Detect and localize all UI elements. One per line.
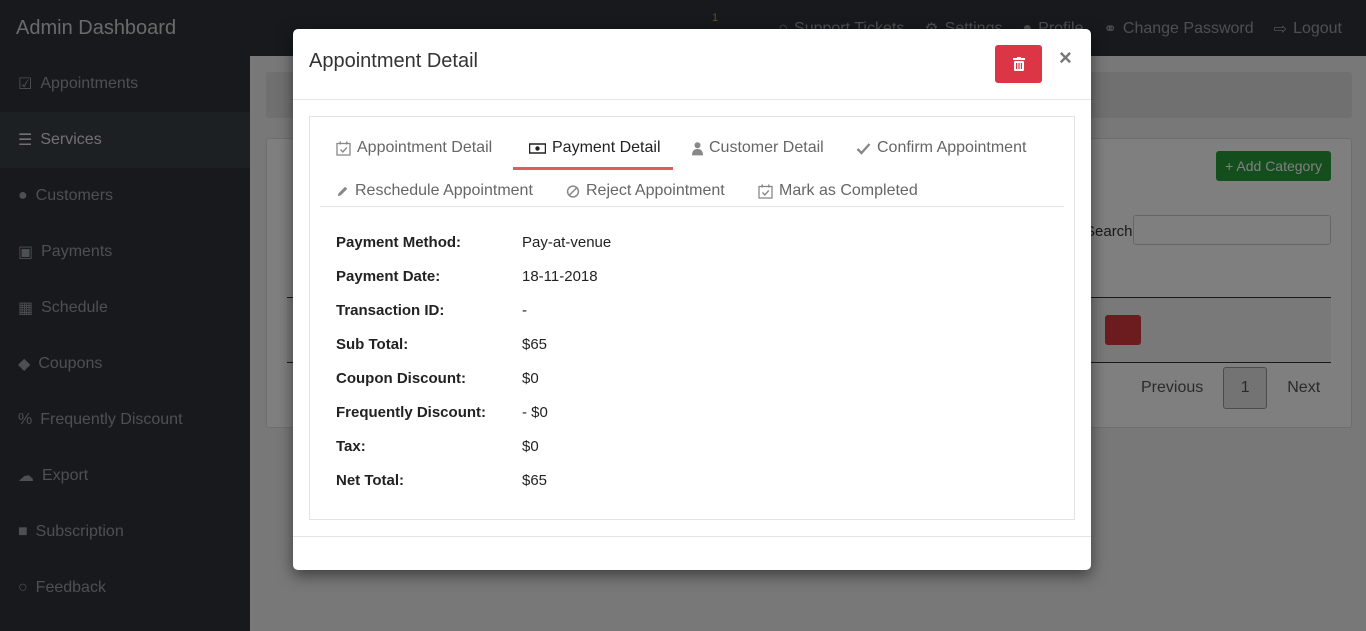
modal-footer — [293, 536, 1091, 537]
check-icon — [856, 142, 871, 155]
detail-row-frequently-discount: Frequently Discount: - $0 — [336, 403, 548, 421]
tab-reject-appointment[interactable]: Reject Appointment — [566, 182, 725, 200]
tab-mark-as-completed[interactable]: Mark as Completed — [758, 182, 918, 200]
trash-icon — [1012, 57, 1025, 71]
close-icon[interactable]: × — [1059, 47, 1072, 69]
ban-icon — [566, 184, 580, 198]
detail-row-transaction-id: Transaction ID: - — [336, 301, 527, 319]
detail-row-coupon-discount: Coupon Discount: $0 — [336, 369, 539, 387]
tab-reschedule-appointment[interactable]: Reschedule Appointment — [336, 182, 533, 200]
delete-button[interactable] — [995, 45, 1042, 83]
detail-row-net-total: Net Total: $65 — [336, 471, 548, 489]
modal-header: Appointment Detail × — [293, 29, 1091, 100]
pencil-icon — [337, 186, 348, 196]
detail-tabs: Appointment Detail Payment Detail Custom… — [320, 117, 1064, 207]
tab-confirm-appointment[interactable]: Confirm Appointment — [856, 139, 1026, 157]
calendar-check-icon — [336, 141, 351, 156]
modal-body: Appointment Detail Payment Detail Custom… — [309, 116, 1075, 520]
tab-payment-detail[interactable]: Payment Detail — [529, 139, 661, 157]
calendar-check-icon — [758, 184, 773, 199]
detail-row-sub-total: Sub Total: $65 — [336, 335, 548, 353]
tab-appointment-detail[interactable]: Appointment Detail — [336, 139, 492, 157]
modal-title: Appointment Detail — [309, 50, 478, 72]
detail-row-payment-date: Payment Date: 18-11-2018 — [336, 267, 598, 285]
money-icon — [529, 142, 546, 154]
tab-customer-detail[interactable]: Customer Detail — [692, 139, 824, 157]
payment-detail-list: Payment Method: Pay-at-venue Payment Date… — [336, 225, 611, 497]
detail-row-payment-method: Payment Method: Pay-at-venue — [336, 233, 612, 251]
active-tab-indicator — [513, 167, 673, 170]
appointment-detail-modal: Appointment Detail × Appointment Detail … — [293, 29, 1091, 570]
detail-row-tax: Tax: $0 — [336, 437, 539, 455]
user-icon — [692, 141, 703, 155]
